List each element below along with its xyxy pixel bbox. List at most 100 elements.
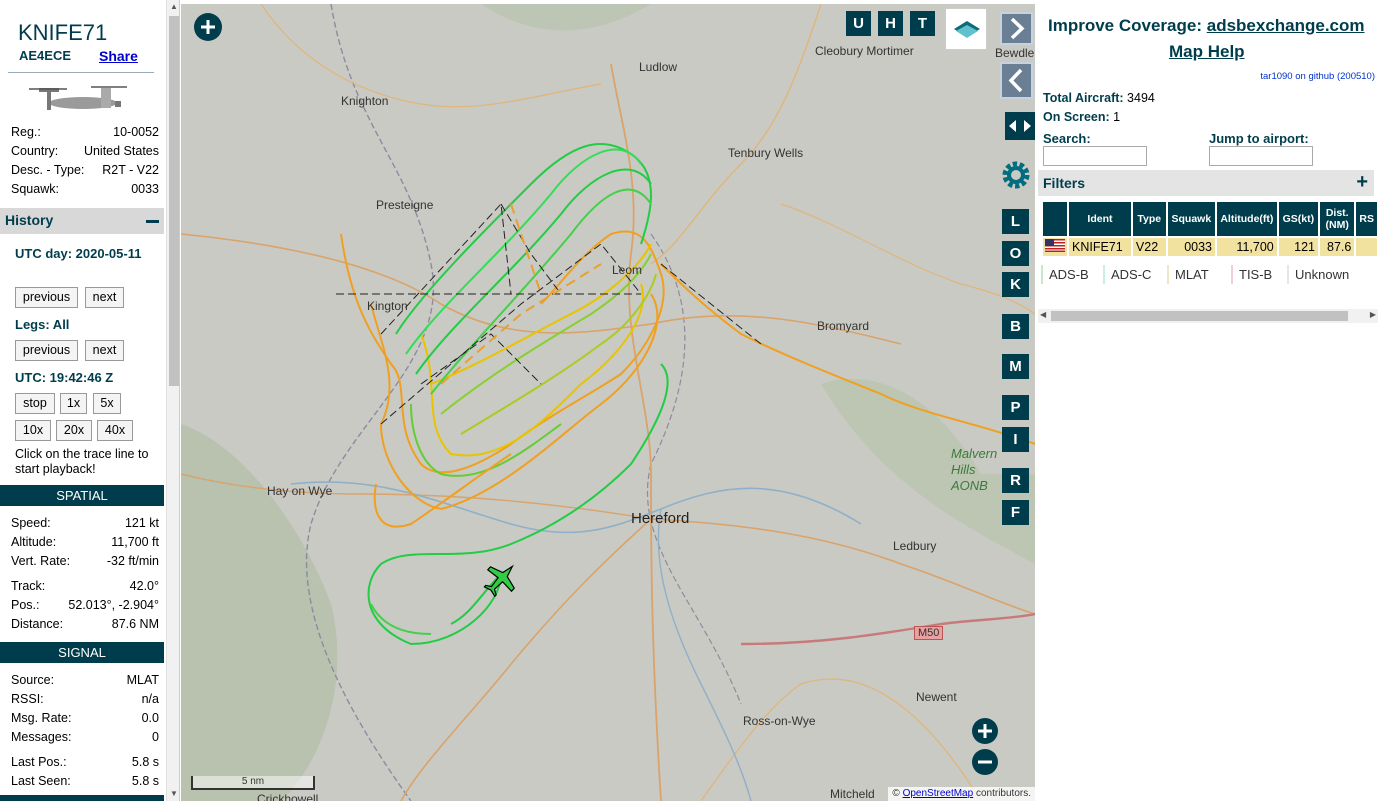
zoom-out-button[interactable] bbox=[972, 749, 998, 775]
town-label: Cleobury Mortimer bbox=[815, 44, 914, 58]
town-label: Ledbury bbox=[893, 539, 937, 553]
b-toggle-button[interactable]: B bbox=[1002, 314, 1029, 339]
gs-column-header[interactable]: GS(kt) bbox=[1278, 202, 1319, 236]
speed-stop-button[interactable]: stop bbox=[15, 393, 55, 414]
labels-toggle-button[interactable]: L bbox=[1002, 209, 1029, 234]
type-value: R2T - V22 bbox=[102, 163, 159, 177]
r-toggle-button[interactable]: R bbox=[1002, 468, 1029, 493]
h-button[interactable]: H bbox=[878, 11, 903, 36]
map-view[interactable]: Ludlow Cleobury Mortimer Bewdle Knighton… bbox=[181, 4, 1035, 801]
speed-10x-button[interactable]: 10x bbox=[15, 420, 51, 441]
msg-rate-value: 0.0 bbox=[141, 711, 159, 725]
squawk-column-header[interactable]: Squawk bbox=[1167, 202, 1215, 236]
altitude-column-header[interactable]: Altitude(ft) bbox=[1217, 202, 1277, 236]
f-toggle-button[interactable]: F bbox=[1002, 500, 1029, 525]
units-button[interactable]: U bbox=[846, 11, 871, 36]
day-next-button[interactable]: next bbox=[85, 287, 124, 308]
show-sidebar-button[interactable] bbox=[1000, 62, 1033, 99]
scrollbar-thumb[interactable] bbox=[1051, 311, 1348, 321]
type-column-header[interactable]: Type bbox=[1132, 202, 1166, 236]
rssi-column-header[interactable]: RS bbox=[1356, 202, 1377, 236]
improve-coverage: Improve Coverage: adsbexchange.com bbox=[1048, 16, 1365, 36]
map-scale: 5 nm bbox=[191, 776, 315, 790]
total-aircraft-value: 3494 bbox=[1127, 91, 1155, 105]
speed-1x-button[interactable]: 1x bbox=[60, 393, 87, 414]
osm-link[interactable]: OpenStreetMap bbox=[903, 788, 974, 799]
speed-20x-button[interactable]: 20x bbox=[56, 420, 92, 441]
source-row: Source: MLAT bbox=[11, 673, 159, 691]
scroll-up-icon[interactable]: ▲ bbox=[167, 0, 179, 14]
gs-cell: 121 bbox=[1278, 238, 1319, 256]
town-label: Bewdle bbox=[995, 46, 1035, 60]
jump-label: Jump to airport: bbox=[1209, 131, 1309, 146]
rssi-cell bbox=[1356, 238, 1377, 256]
minus-icon bbox=[978, 760, 992, 764]
rssi-label: RSSI: bbox=[11, 692, 44, 706]
speed-label: Speed: bbox=[11, 516, 51, 530]
on-screen-label: On Screen: bbox=[1043, 110, 1110, 124]
gear-icon[interactable] bbox=[1000, 159, 1032, 191]
share-link[interactable]: Share bbox=[99, 48, 138, 64]
zoom-in-button[interactable] bbox=[972, 718, 998, 744]
squawk-row: Squawk: 0033 bbox=[11, 182, 159, 200]
expand-horizontal-icon bbox=[1009, 120, 1031, 132]
table-header-row: Ident Type Squawk Altitude(ft) GS(kt) Di… bbox=[1043, 202, 1377, 236]
flag-column-header bbox=[1043, 202, 1067, 236]
o-toggle-button[interactable]: O bbox=[1002, 241, 1029, 266]
expand-plus-icon[interactable]: + bbox=[1356, 171, 1368, 194]
k-toggle-button[interactable]: K bbox=[1002, 272, 1029, 297]
next-section-header bbox=[0, 795, 164, 801]
town-label: Leom bbox=[612, 263, 643, 277]
plus-icon bbox=[978, 724, 992, 738]
search-input[interactable] bbox=[1043, 146, 1147, 166]
aircraft-marker-icon[interactable] bbox=[481, 559, 521, 599]
utc-time: UTC: 19:42:46 Z bbox=[15, 370, 114, 385]
toggle-width-button[interactable] bbox=[1005, 112, 1035, 140]
table-row[interactable]: KNIFE71 V22 0033 11,700 121 87.6 bbox=[1043, 238, 1377, 256]
scrollbar-thumb[interactable] bbox=[169, 16, 179, 386]
legend-unknown: Unknown bbox=[1287, 265, 1373, 284]
leg-next-button[interactable]: next bbox=[85, 340, 124, 361]
version-link[interactable]: tar1090 on github (200510) bbox=[1260, 71, 1375, 82]
scroll-left-icon[interactable]: ◀ bbox=[1040, 310, 1046, 319]
town-label: Newent bbox=[916, 690, 957, 704]
layers-button[interactable] bbox=[945, 8, 987, 50]
chevron-left-icon bbox=[1008, 68, 1023, 93]
squawk-label: Squawk: bbox=[11, 182, 59, 196]
filters-label: Filters bbox=[1043, 175, 1086, 191]
adsbexchange-link[interactable]: adsbexchange.com bbox=[1207, 16, 1365, 35]
dist-column-header[interactable]: Dist. (NM) bbox=[1320, 202, 1355, 236]
map-help-link[interactable]: Map Help bbox=[1169, 42, 1245, 62]
speed-40x-button[interactable]: 40x bbox=[97, 420, 133, 441]
p-toggle-button[interactable]: P bbox=[1002, 395, 1029, 420]
squawk-value: 0033 bbox=[131, 182, 159, 196]
speed-5x-button[interactable]: 5x bbox=[93, 393, 121, 414]
distance-label: Distance: bbox=[11, 617, 64, 631]
leg-previous-button[interactable]: previous bbox=[15, 340, 78, 361]
callsign: KNIFE71 bbox=[18, 20, 108, 45]
hide-sidebar-button[interactable] bbox=[1000, 12, 1033, 45]
utc-day: UTC day: 2020-05-11 bbox=[15, 246, 142, 261]
table-horizontal-scrollbar[interactable]: ◀ ▶ bbox=[1038, 309, 1378, 323]
playback-hint: Click on the trace line to start playbac… bbox=[15, 447, 149, 476]
left-panel-scrollbar[interactable]: ▲ ▼ bbox=[166, 0, 179, 801]
town-label: Knighton bbox=[341, 94, 389, 108]
collapse-icon[interactable] bbox=[146, 220, 159, 223]
day-previous-button[interactable]: previous bbox=[15, 287, 78, 308]
expand-panel-button[interactable] bbox=[194, 13, 222, 41]
last-pos-label: Last Pos.: bbox=[11, 755, 67, 769]
ident-column-header[interactable]: Ident bbox=[1069, 202, 1131, 236]
m-toggle-button[interactable]: M bbox=[1002, 354, 1029, 379]
i-toggle-button[interactable]: I bbox=[1002, 427, 1029, 452]
divider bbox=[8, 72, 154, 73]
legend-tisb: TIS-B bbox=[1231, 265, 1275, 284]
aircraft-table: Ident Type Squawk Altitude(ft) GS(kt) Di… bbox=[1041, 200, 1379, 258]
t-button[interactable]: T bbox=[910, 11, 935, 36]
road-shield: M50 bbox=[914, 626, 944, 640]
scroll-right-icon[interactable]: ▶ bbox=[1370, 310, 1376, 319]
history-header[interactable]: History bbox=[0, 208, 164, 234]
scroll-down-icon[interactable]: ▼ bbox=[167, 787, 179, 801]
airport-input[interactable] bbox=[1209, 146, 1313, 166]
filters-bar[interactable]: Filters + bbox=[1038, 170, 1374, 196]
aircraft-info-panel: KNIFE71 AE4ECE Share Reg.: 10-0052 Count… bbox=[0, 0, 180, 801]
